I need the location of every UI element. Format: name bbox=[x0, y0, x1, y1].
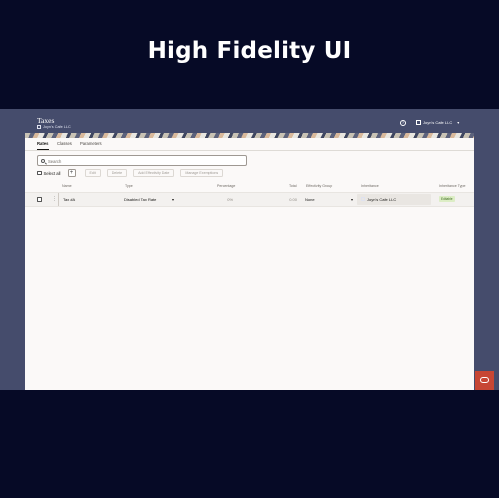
company-switcher-label: Joyn's Cafe LLC bbox=[423, 120, 453, 125]
company-switcher[interactable]: Joyn's Cafe LLC ▾ bbox=[416, 120, 459, 125]
drag-handle-icon[interactable]: ⋮ bbox=[52, 196, 57, 202]
select-all-label: Select all bbox=[43, 170, 61, 176]
building-icon bbox=[416, 120, 421, 125]
column-header-total[interactable]: Total bbox=[289, 184, 297, 188]
row-checkbox[interactable] bbox=[37, 197, 42, 202]
cell-percentage[interactable]: 0% bbox=[205, 197, 233, 202]
table-row[interactable]: ⋮ Tax #A Disabled Tax Rate ▾ 0% 0.00 Non… bbox=[25, 192, 474, 207]
effectivity-select[interactable]: None ▾ bbox=[305, 195, 353, 204]
caret-down-icon: ▾ bbox=[350, 196, 353, 202]
hero-title: High Fidelity UI bbox=[147, 38, 352, 64]
inheritance-value: Joyn's Cafe LLC bbox=[367, 197, 397, 203]
chat-fab-button[interactable] bbox=[475, 371, 494, 390]
column-header-effectivity[interactable]: Effectivity Group bbox=[306, 184, 332, 188]
chevron-down-icon: ▾ bbox=[457, 120, 460, 125]
inheritance-field: Joyn's Cafe LLC bbox=[357, 194, 431, 205]
effectivity-select-value: None bbox=[305, 197, 315, 202]
delete-button[interactable]: Delete bbox=[106, 169, 128, 177]
type-select-value: Disabled Tax Rate bbox=[124, 197, 157, 202]
status-badge: Editable bbox=[439, 196, 455, 203]
company-name: Joyn's Cafe LLC bbox=[43, 125, 71, 129]
plus-icon: + bbox=[69, 170, 74, 176]
type-select[interactable]: Disabled Tax Rate ▾ bbox=[124, 195, 174, 204]
column-header-percentage[interactable]: Percentage bbox=[217, 184, 235, 188]
manage-exemptions-button[interactable]: Manage Exemptions bbox=[180, 169, 224, 177]
cell-name: Tax #A bbox=[63, 197, 76, 202]
search-input[interactable] bbox=[48, 157, 238, 165]
column-header-inheritance[interactable]: Inheritance bbox=[361, 184, 379, 188]
app-window: Taxes Joyn's Cafe LLC ? Joyn's Cafe LLC … bbox=[0, 109, 499, 390]
oracle-chat-icon bbox=[480, 377, 489, 383]
main-panel: Rates Classes Parameters Select all + Ed… bbox=[25, 138, 474, 390]
column-header-name[interactable]: Name bbox=[62, 184, 72, 188]
cell-total[interactable]: 0.00 bbox=[275, 197, 297, 202]
edit-button[interactable]: Edit bbox=[84, 169, 101, 177]
building-icon bbox=[37, 125, 41, 129]
row-divider bbox=[58, 193, 59, 206]
building-icon bbox=[361, 197, 365, 202]
search-icon bbox=[41, 158, 45, 163]
add-effectivity-date-button[interactable]: Add Effectivity Date bbox=[133, 169, 175, 177]
checkbox-icon[interactable] bbox=[37, 170, 42, 176]
column-header-type[interactable]: Type bbox=[125, 184, 133, 188]
active-tab-indicator bbox=[37, 148, 49, 150]
toolbar: Select all + Edit Delete Add Effectivity… bbox=[37, 168, 224, 178]
tab-bar: Rates Classes Parameters bbox=[25, 138, 474, 151]
tab-parameters[interactable]: Parameters bbox=[80, 141, 102, 146]
page-title: Taxes bbox=[37, 116, 55, 125]
caret-down-icon: ▾ bbox=[171, 196, 174, 202]
tab-classes[interactable]: Classes bbox=[57, 141, 72, 146]
search-field[interactable] bbox=[37, 155, 247, 166]
tab-rates[interactable]: Rates bbox=[37, 141, 48, 146]
company-subtitle: Joyn's Cafe LLC bbox=[37, 125, 71, 129]
select-all-checkbox[interactable]: Select all bbox=[37, 171, 61, 176]
column-header-inheritance-type[interactable]: Inheritance Type bbox=[439, 184, 466, 188]
help-circle-icon[interactable]: ? bbox=[400, 120, 406, 126]
add-button[interactable]: + bbox=[67, 169, 76, 177]
